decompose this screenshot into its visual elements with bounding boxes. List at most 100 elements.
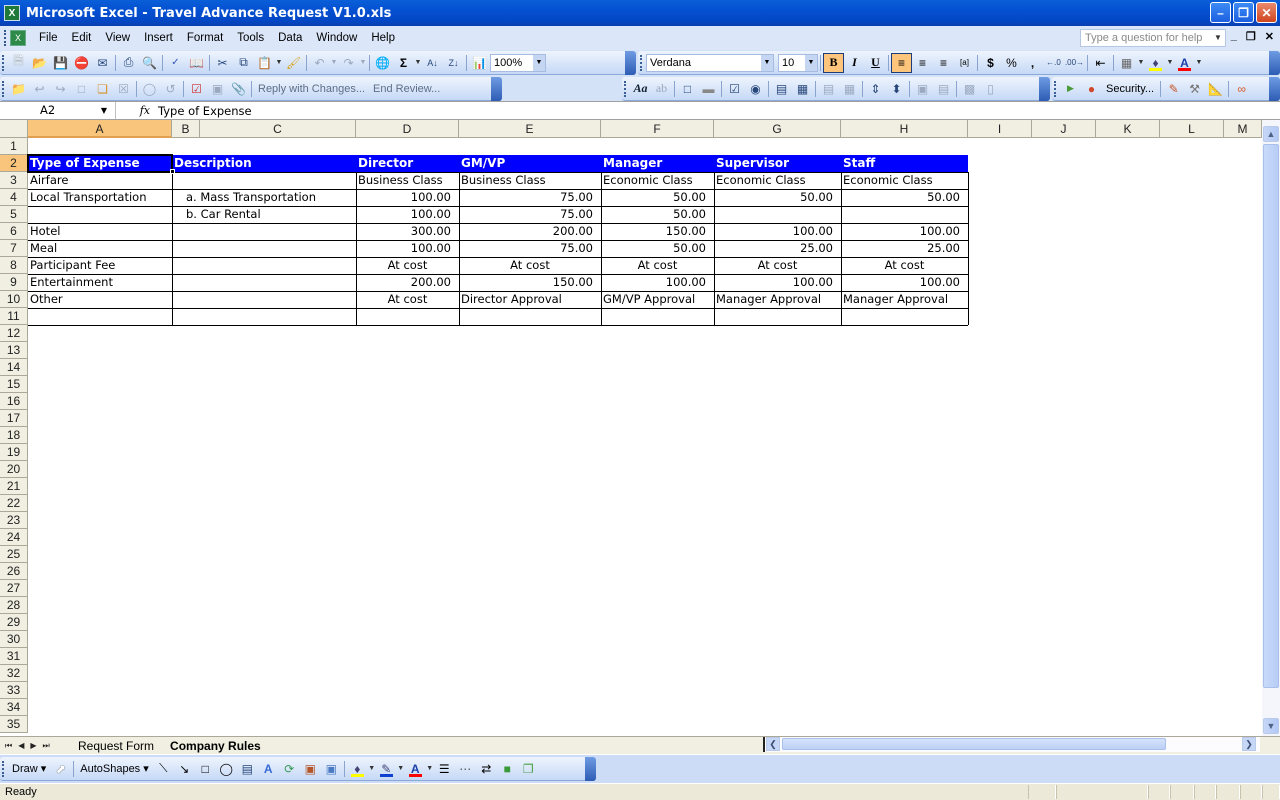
row-header-29[interactable]: 29 <box>0 614 28 631</box>
track-changes-icon[interactable]: ◯ <box>139 79 160 99</box>
column-header-l[interactable]: L <box>1160 120 1224 138</box>
menu-data[interactable]: Data <box>271 32 309 44</box>
row-header-25[interactable]: 25 <box>0 546 28 563</box>
description-cell[interactable] <box>172 223 356 240</box>
value-cell[interactable]: At cost <box>841 257 968 274</box>
restore-button[interactable]: ❐ <box>1233 2 1254 23</box>
zoom-select[interactable]: 100% ▼ <box>490 53 546 72</box>
toolbar-grip[interactable] <box>2 761 4 777</box>
row-header-12[interactable]: 12 <box>0 325 28 342</box>
edit-code-icon[interactable]: ▤ <box>933 79 954 99</box>
value-cell[interactable]: 200.00 <box>356 274 459 291</box>
toolbar-options-button[interactable] <box>491 77 502 101</box>
reply-with-changes-button[interactable]: Reply with Changes... <box>254 83 369 95</box>
value-cell[interactable]: 100.00 <box>841 274 968 291</box>
row-header-33[interactable]: 33 <box>0 682 28 699</box>
row-header-4[interactable]: 4 <box>0 189 28 206</box>
column-header-e[interactable]: E <box>459 120 601 138</box>
3d-style-icon[interactable]: ❐ <box>518 759 539 779</box>
edit-box-icon[interactable]: ab <box>651 79 672 99</box>
prev-sheet-icon[interactable]: ◀ <box>18 741 24 751</box>
horizontal-scrollbar[interactable]: ❮ ❯ <box>763 737 1260 752</box>
value-cell[interactable] <box>356 308 459 325</box>
value-cell[interactable]: Economic Class <box>714 172 841 189</box>
scroll-down-icon[interactable]: ▼ <box>1263 718 1279 734</box>
first-sheet-icon[interactable]: ⏮ <box>5 741 12 751</box>
open-icon[interactable]: 📂 <box>29 53 50 73</box>
row-header-24[interactable]: 24 <box>0 529 28 546</box>
toggle-grid-icon[interactable]: ▩ <box>959 79 980 99</box>
worksheet-grid[interactable]: A B C D E F G H I J K L M 1 2 3 4 5 6 7 8 9 10 11 12 13 14 15 16 17 18… <box>0 120 1262 736</box>
underline-icon[interactable]: U <box>865 53 886 73</box>
toolbar-grip[interactable] <box>4 30 7 46</box>
diagram-icon[interactable]: ⟳ <box>279 759 300 779</box>
expense-type-cell[interactable]: Meal <box>28 240 172 257</box>
spinner-icon[interactable]: ⬍ <box>886 79 907 99</box>
chevron-down-icon[interactable]: ▼ <box>368 765 376 772</box>
name-box[interactable]: A2 ▼ <box>0 102 116 119</box>
row-header-28[interactable]: 28 <box>0 597 28 614</box>
doc-minimize-button[interactable]: _ <box>1231 30 1237 43</box>
option-button-icon[interactable]: ◉ <box>745 79 766 99</box>
column-header-d[interactable]: D <box>356 120 459 138</box>
dash-style-icon[interactable]: ⋯ <box>455 759 476 779</box>
combo-list-edit-icon[interactable]: ▤ <box>818 79 839 99</box>
minimize-button[interactable]: – <box>1210 2 1231 23</box>
row-header-22[interactable]: 22 <box>0 495 28 512</box>
chart-wizard-icon[interactable]: 📊 <box>469 53 490 73</box>
row-header-1[interactable]: 1 <box>0 138 28 155</box>
row-header-6[interactable]: 6 <box>0 223 28 240</box>
run-dialog-icon[interactable]: ▯ <box>980 79 1001 99</box>
delete-comment-icon[interactable]: ☒ <box>113 79 134 99</box>
value-cell[interactable]: 25.00 <box>714 240 841 257</box>
chevron-down-icon[interactable]: ▼ <box>1211 30 1225 46</box>
design-mode-icon[interactable]: 📐 <box>1205 79 1226 99</box>
row-header-3[interactable]: 3 <box>0 172 28 189</box>
header-cell[interactable]: Description <box>172 155 356 172</box>
value-cell[interactable]: Business Class <box>356 172 459 189</box>
column-header-h[interactable]: H <box>841 120 968 138</box>
new-comment-icon[interactable]: 📁 <box>8 79 29 99</box>
update-file-icon[interactable]: ▣ <box>207 79 228 99</box>
toolbar-options-button[interactable] <box>1269 51 1280 75</box>
label-icon[interactable]: Aa <box>630 79 651 99</box>
value-cell[interactable]: Director Approval <box>459 291 601 308</box>
value-cell[interactable]: 25.00 <box>841 240 968 257</box>
expense-type-cell[interactable]: Local Transportation <box>28 189 172 206</box>
value-cell[interactable]: At cost <box>714 257 841 274</box>
chevron-down-icon[interactable]: ▼ <box>805 54 817 71</box>
new-icon[interactable]: 🗎 <box>8 53 29 73</box>
percent-icon[interactable]: % <box>1001 53 1022 73</box>
value-cell[interactable]: At cost <box>356 257 459 274</box>
font-color-icon[interactable]: A <box>1174 53 1195 73</box>
print-icon[interactable]: ⎙ <box>118 53 139 73</box>
tab-request-form[interactable]: Request Form <box>70 738 162 754</box>
row-header-35[interactable]: 35 <box>0 716 28 733</box>
value-cell[interactable]: 200.00 <box>459 223 601 240</box>
value-cell[interactable] <box>714 206 841 223</box>
toolbar-grip[interactable] <box>624 81 626 97</box>
select-objects-icon[interactable]: ⬈ <box>50 759 71 779</box>
expense-type-cell[interactable] <box>28 308 172 325</box>
value-cell[interactable]: 100.00 <box>356 189 459 206</box>
next-comment-icon[interactable]: ↪ <box>50 79 71 99</box>
doc-close-button[interactable]: ✕ <box>1265 30 1274 43</box>
font-name-select[interactable]: Verdana ▼ <box>646 53 774 72</box>
draw-menu-button[interactable]: Draw ▾ <box>8 762 50 775</box>
font-size-select[interactable]: 10 ▼ <box>778 53 818 72</box>
toolbar-options-button[interactable] <box>585 757 596 781</box>
value-cell[interactable]: At cost <box>601 257 714 274</box>
line-style-icon[interactable]: ☰ <box>434 759 455 779</box>
value-cell[interactable]: 75.00 <box>459 240 601 257</box>
menu-insert[interactable]: Insert <box>137 32 180 44</box>
row-header-30[interactable]: 30 <box>0 631 28 648</box>
row-header-7[interactable]: 7 <box>0 240 28 257</box>
expense-type-cell[interactable]: Airfare <box>28 172 172 189</box>
end-review-button[interactable]: End Review... <box>369 83 444 95</box>
autoshapes-menu-button[interactable]: AutoShapes ▾ <box>76 762 153 775</box>
tab-company-rules[interactable]: Company Rules <box>162 738 269 754</box>
value-cell[interactable]: 100.00 <box>841 223 968 240</box>
chevron-down-icon[interactable]: ▼ <box>330 59 338 66</box>
value-cell[interactable] <box>714 308 841 325</box>
description-cell[interactable] <box>172 274 356 291</box>
